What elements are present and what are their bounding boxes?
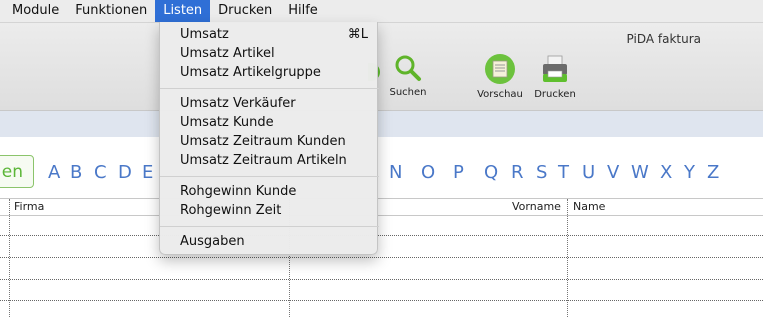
letter-b[interactable]: B [70, 162, 94, 183]
preview-icon [485, 54, 515, 84]
menu-drucken[interactable]: Drucken [210, 0, 280, 22]
search-button[interactable]: Suchen [378, 53, 438, 98]
menu-item-label: Umsatz [180, 27, 229, 42]
letter-s[interactable]: S [536, 162, 558, 183]
search-label: Suchen [389, 87, 427, 98]
letter-y[interactable]: Y [684, 162, 707, 183]
table-row[interactable] [0, 235, 763, 236]
menu-item-shortcut: ⌘L [347, 27, 368, 42]
column-header-vorname[interactable]: Vorname [512, 200, 561, 213]
table-header: Firma Vorname Name [0, 198, 763, 216]
menu-hilfe[interactable]: Hilfe [280, 0, 326, 22]
letter-z[interactable]: Z [707, 162, 727, 183]
menu-funktionen[interactable]: Funktionen [67, 0, 155, 22]
menu-bar: Module Funktionen Listen Drucken Hilfe [0, 0, 763, 23]
menu-separator [160, 176, 379, 177]
column-header-name[interactable]: Name [573, 200, 605, 213]
menu-item-umsatz[interactable]: Umsatz ⌘L [180, 26, 368, 44]
menu-item-umsatz-zeitraum-artikeln[interactable]: Umsatz Zeitraum Artikeln [180, 152, 368, 170]
menu-listen[interactable]: Listen [155, 0, 211, 22]
alphabet-bar: en ABCDE NOPQRSTUVWXYZ [0, 152, 763, 192]
print-label: Drucken [534, 89, 576, 100]
menu-separator [160, 88, 379, 89]
column-header-firma[interactable]: Firma [14, 200, 44, 213]
letter-a[interactable]: A [48, 162, 70, 183]
menu-item-umsatz-artikel[interactable]: Umsatz Artikel [180, 45, 368, 63]
letter-c[interactable]: C [94, 162, 118, 183]
letter-p[interactable]: P [453, 162, 484, 183]
letters-right: NOPQRSTUVWXYZ [389, 162, 727, 183]
letter-o[interactable]: O [421, 162, 453, 183]
letter-w[interactable]: W [631, 162, 660, 183]
print-button[interactable]: Drucken [525, 53, 585, 100]
letter-n[interactable]: N [389, 162, 421, 183]
letter-x[interactable]: X [660, 162, 684, 183]
letter-q[interactable]: Q [484, 162, 511, 183]
letter-d[interactable]: D [118, 162, 142, 183]
preview-label: Vorschau [477, 89, 523, 100]
menu-module[interactable]: Module [0, 0, 67, 22]
alphabet-filter-button[interactable]: en [0, 155, 34, 188]
menu-separator [160, 226, 379, 227]
letters-left: ABCDE [48, 162, 166, 183]
menu-item-umsatz-zeitraum-kunden[interactable]: Umsatz Zeitraum Kunden [180, 133, 368, 151]
printer-icon [543, 55, 567, 82]
search-icon [395, 55, 421, 81]
menu-item-rohgewinn-kunde[interactable]: Rohgewinn Kunde [180, 183, 368, 201]
table-row[interactable] [0, 279, 763, 280]
menu-item-umsatz-kunde[interactable]: Umsatz Kunde [180, 114, 368, 132]
menu-item-rohgewinn-zeit[interactable]: Rohgewinn Zeit [180, 202, 368, 220]
letter-t[interactable]: T [558, 162, 582, 183]
table-row[interactable] [0, 257, 763, 258]
menu-item-ausgaben[interactable]: Ausgaben [180, 233, 368, 251]
listen-menu-dropdown: Umsatz ⌘L Umsatz Artikel Umsatz Artikelg… [159, 22, 379, 255]
menu-item-umsatz-artikelgruppe[interactable]: Umsatz Artikelgruppe [180, 64, 368, 82]
info-strip [0, 111, 763, 137]
preview-button[interactable]: Vorschau [470, 53, 530, 100]
letter-v[interactable]: V [607, 162, 631, 183]
menu-item-umsatz-verkaeufer[interactable]: Umsatz Verkäufer [180, 95, 368, 113]
letter-u[interactable]: U [582, 162, 607, 183]
app-title: PiDA faktura [626, 32, 701, 46]
toolbar: PiDA faktura Suchen Vorschau Drucken [0, 23, 763, 111]
table-row[interactable] [0, 300, 763, 301]
letter-r[interactable]: R [511, 162, 536, 183]
